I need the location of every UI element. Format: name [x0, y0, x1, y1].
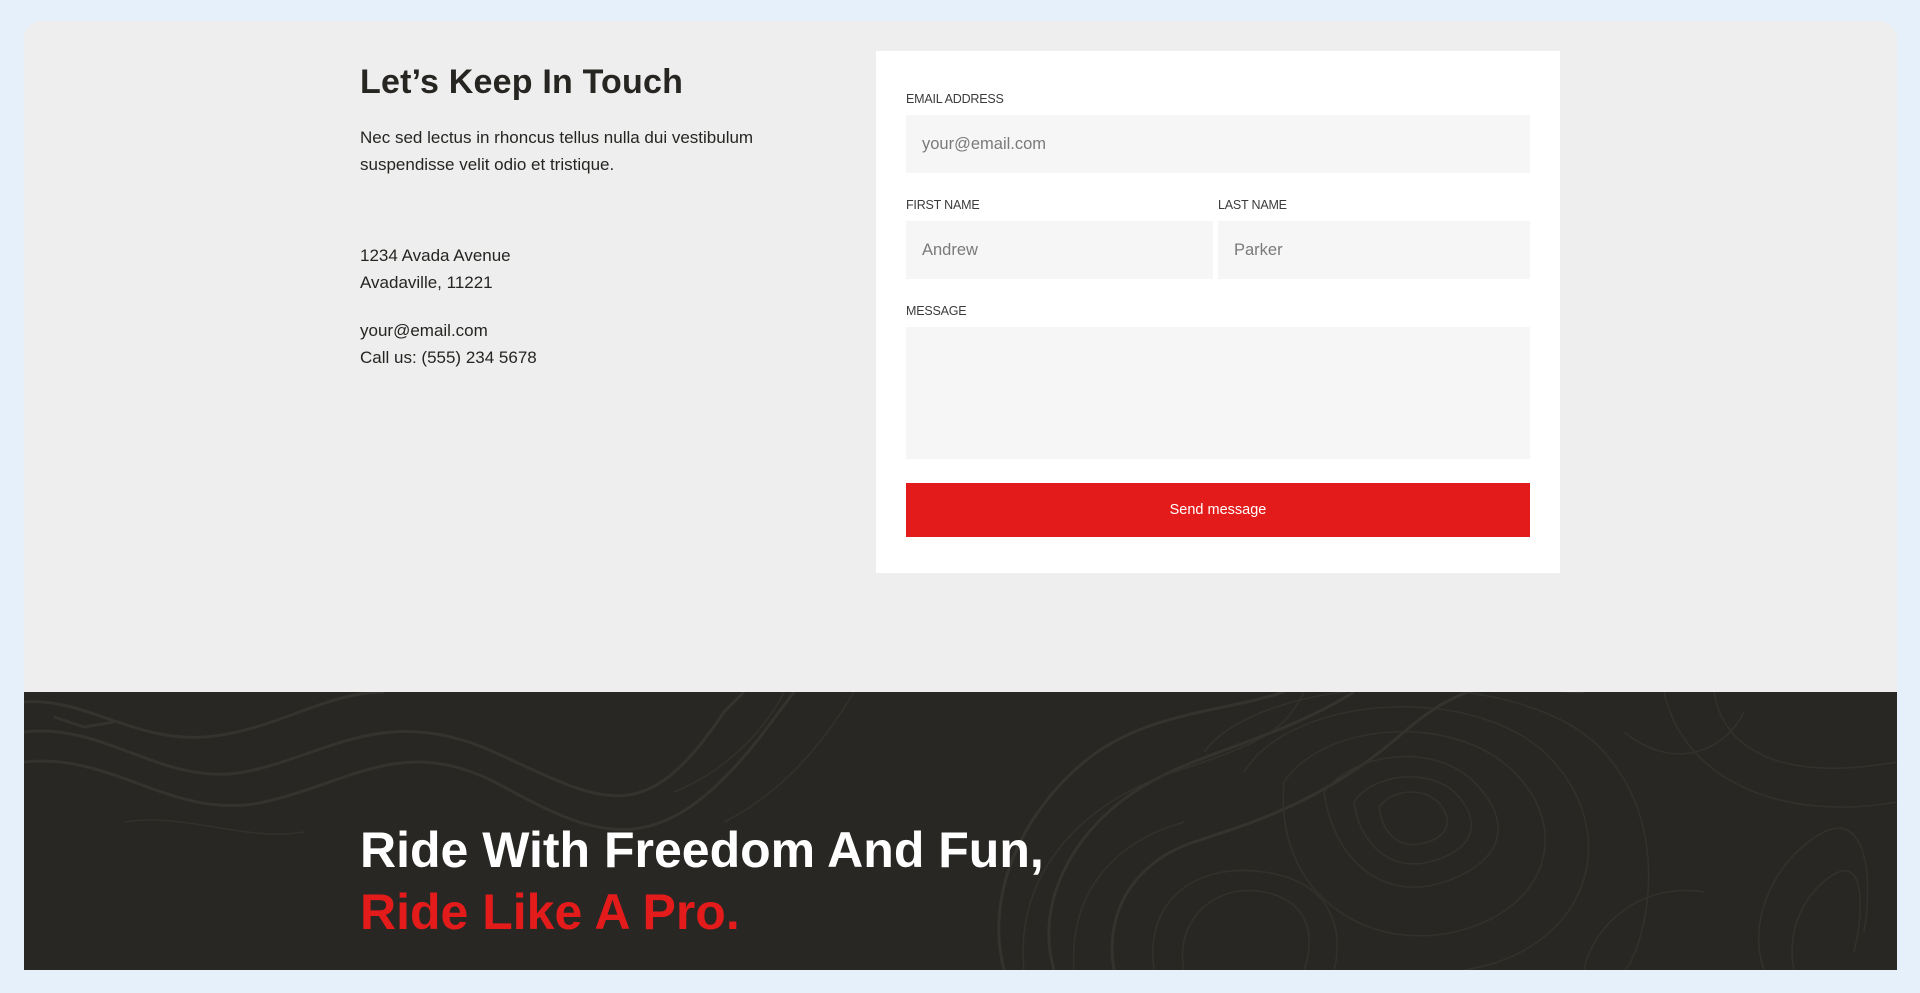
first-name-label: FIRST NAME	[906, 198, 980, 212]
cta-banner: Ride With Freedom And Fun, Ride Like A P…	[24, 692, 1897, 970]
banner-line-1: Ride With Freedom And Fun,	[360, 822, 1044, 878]
last-name-label: LAST NAME	[1218, 198, 1287, 212]
contact-phone[interactable]: Call us: (555) 234 5678	[360, 344, 780, 371]
page-frame: Let’s Keep In Touch Nec sed lectus in rh…	[24, 21, 1897, 970]
address-line-2: Avadaville, 11221	[360, 273, 493, 292]
contact-email[interactable]: your@email.com	[360, 317, 780, 344]
email-input[interactable]	[906, 115, 1530, 173]
message-textarea[interactable]	[906, 327, 1530, 459]
address-line-1: 1234 Avada Avenue	[360, 246, 511, 265]
contact-section: Let’s Keep In Touch Nec sed lectus in rh…	[24, 21, 1897, 692]
address-block: 1234 Avada Avenue Avadaville, 11221	[360, 242, 780, 296]
contact-form: EMAIL ADDRESS FIRST NAME LAST NAME MESSA…	[876, 51, 1560, 573]
email-label: EMAIL ADDRESS	[906, 92, 1004, 106]
contact-details: your@email.com Call us: (555) 234 5678	[360, 317, 780, 371]
contact-info: Let’s Keep In Touch Nec sed lectus in rh…	[360, 63, 780, 371]
banner-headline: Ride With Freedom And Fun, Ride Like A P…	[360, 819, 1044, 943]
message-label: MESSAGE	[906, 304, 967, 318]
send-message-button[interactable]: Send message	[906, 483, 1530, 537]
banner-line-2: Ride Like A Pro.	[360, 884, 740, 940]
contact-lead-text: Nec sed lectus in rhoncus tellus nulla d…	[360, 128, 754, 174]
first-name-input[interactable]	[906, 221, 1213, 279]
last-name-input[interactable]	[1218, 221, 1530, 279]
contact-title: Let’s Keep In Touch	[360, 63, 684, 101]
